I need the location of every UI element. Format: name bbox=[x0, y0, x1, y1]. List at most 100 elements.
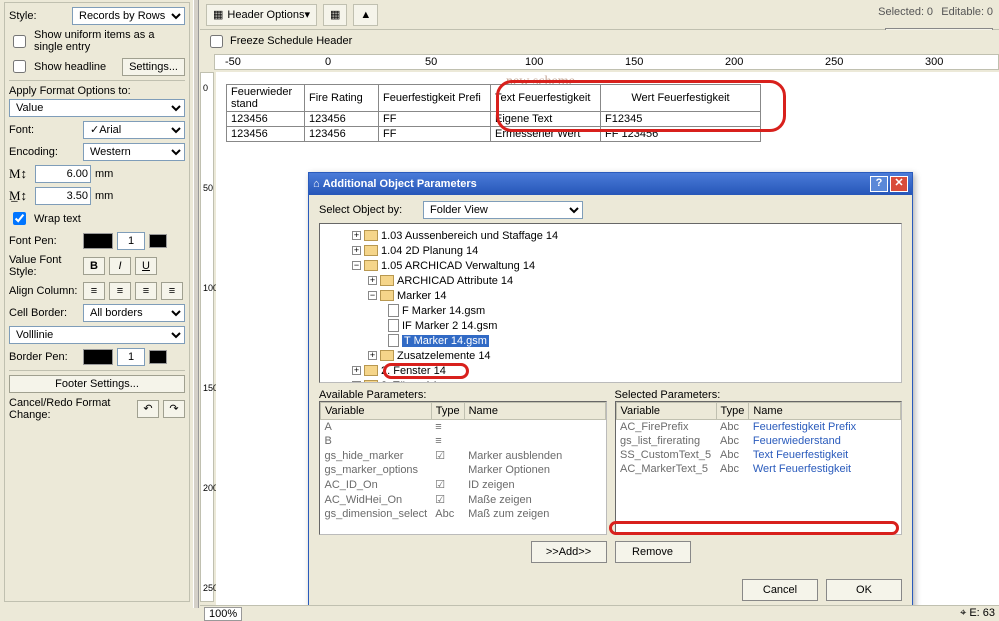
undo-button[interactable]: ↶ bbox=[137, 400, 159, 418]
redo-button[interactable]: ↷ bbox=[163, 400, 185, 418]
list-item[interactable]: AC_WidHei_On☑Maße zeigen bbox=[321, 492, 606, 507]
selected-label: Selected Parameters: bbox=[615, 389, 903, 401]
tree-selected-item[interactable]: T Marker 14.gsm bbox=[402, 335, 489, 347]
style-label: Style: bbox=[9, 10, 68, 22]
font-pen-label: Font Pen: bbox=[9, 235, 79, 247]
encoding-select[interactable]: Western bbox=[83, 143, 185, 161]
list-item[interactable]: AC_FirePrefixAbcFeuerfestigkeit Prefix bbox=[616, 420, 901, 435]
font-pen-swatch[interactable] bbox=[83, 233, 113, 249]
selected-list[interactable]: VariableTypeName AC_FirePrefixAbcFeuerfe… bbox=[615, 401, 903, 535]
align-center[interactable]: ≡ bbox=[109, 282, 131, 300]
font-label: Font: bbox=[9, 124, 79, 136]
col-header[interactable]: Feuerfestigkeit Prefi bbox=[379, 85, 491, 112]
status-bar: 100% ⌖ E: 63 bbox=[200, 605, 999, 621]
col-header[interactable]: Fire Rating bbox=[305, 85, 379, 112]
align-dist[interactable]: ≡ bbox=[161, 282, 183, 300]
header-options-button[interactable]: ▦ Header Options ▾ bbox=[206, 4, 317, 26]
tree-toggle[interactable]: + bbox=[352, 366, 361, 375]
col-header[interactable]: Text Feuerfestigkeit bbox=[491, 85, 601, 112]
apply-label: Apply Format Options to: bbox=[9, 85, 185, 97]
font-pen-num[interactable] bbox=[117, 232, 145, 250]
help-button[interactable]: ? bbox=[870, 176, 888, 192]
horizontal-ruler: -500 50100 150200 250300 bbox=[214, 54, 999, 70]
footer-settings-button[interactable]: Footer Settings... bbox=[9, 375, 185, 393]
tree-toggle[interactable]: − bbox=[368, 291, 377, 300]
table-row: 123456123456FFEigene TextF12345 bbox=[227, 112, 761, 127]
line-style-select[interactable]: Volllinie bbox=[9, 326, 185, 344]
available-list[interactable]: VariableTypeName A≡ B≡ gs_hide_marker☑Ma… bbox=[319, 401, 607, 535]
tree-toggle[interactable]: + bbox=[352, 381, 361, 383]
ok-button[interactable]: OK bbox=[826, 579, 902, 601]
border-pen-preview bbox=[149, 350, 167, 364]
tree-toggle[interactable]: + bbox=[368, 276, 377, 285]
splitter[interactable] bbox=[193, 0, 199, 608]
folder-icon bbox=[364, 365, 378, 376]
list-item[interactable]: gs_hide_marker☑Marker ausblenden bbox=[321, 448, 606, 463]
file-icon bbox=[388, 304, 399, 317]
uniform-check[interactable] bbox=[13, 35, 26, 48]
list-item[interactable]: A≡ bbox=[321, 420, 606, 435]
bold-button[interactable]: B bbox=[83, 257, 105, 275]
tree-toggle[interactable]: + bbox=[352, 231, 361, 240]
cell-border-label: Cell Border: bbox=[9, 307, 79, 319]
add-button[interactable]: >>Add>> bbox=[531, 541, 607, 563]
list-item[interactable]: AC_MarkerText_5AbcWert Feuerfestigkeit bbox=[616, 462, 901, 476]
folder-icon bbox=[380, 290, 394, 301]
table-row: 123456123456FFErmessener WertFF 123456 bbox=[227, 127, 761, 142]
underline-button[interactable]: U bbox=[135, 257, 157, 275]
dialog-titlebar[interactable]: ⌂ Additional Object Parameters ? ✕ bbox=[309, 173, 912, 195]
headline-check[interactable] bbox=[13, 60, 26, 73]
align-label: Align Column: bbox=[9, 285, 79, 297]
close-button[interactable]: ✕ bbox=[890, 176, 908, 192]
align-right[interactable]: ≡ bbox=[135, 282, 157, 300]
additional-params-dialog: ⌂ Additional Object Parameters ? ✕ Selec… bbox=[308, 172, 913, 610]
folder-icon bbox=[364, 260, 378, 271]
toolbar: ▦ Header Options ▾ ▦ ▲ Selected: 0 Edita… bbox=[200, 0, 999, 30]
app-icon: ⌂ bbox=[313, 178, 320, 190]
tree-toggle[interactable]: + bbox=[352, 246, 361, 255]
file-icon bbox=[388, 334, 399, 347]
italic-button[interactable]: I bbox=[109, 257, 131, 275]
freeze-check[interactable] bbox=[210, 35, 223, 48]
merge-button[interactable]: ▦ bbox=[323, 4, 347, 26]
wrap-check[interactable] bbox=[13, 212, 26, 225]
object-tree[interactable]: +1.03 Aussenbereich und Staffage 14 +1.0… bbox=[319, 223, 902, 383]
cancel-redo-label: Cancel/Redo Format Change: bbox=[9, 397, 133, 421]
folder-icon bbox=[380, 275, 394, 286]
folder-icon bbox=[364, 380, 378, 383]
coord-display: ⌖ E: 63 bbox=[960, 607, 995, 620]
border-pen-num[interactable] bbox=[117, 348, 145, 366]
table-header-row: Feuerwieder stand Fire Rating Feuerfesti… bbox=[227, 85, 761, 112]
align-left[interactable]: ≡ bbox=[83, 282, 105, 300]
border-pen-label: Border Pen: bbox=[9, 351, 79, 363]
width-input[interactable] bbox=[35, 165, 91, 183]
tree-toggle[interactable]: − bbox=[352, 261, 361, 270]
headline-label: Show headline bbox=[34, 61, 118, 73]
col-header[interactable]: Wert Feuerfestigkeit bbox=[601, 85, 761, 112]
selection-info: Selected: 0 Editable: 0 bbox=[878, 6, 993, 18]
border-pen-swatch[interactable] bbox=[83, 349, 113, 365]
remove-button[interactable]: Remove bbox=[615, 541, 691, 563]
export-button[interactable]: ▲ bbox=[353, 4, 378, 26]
select-by-label: Select Object by: bbox=[319, 204, 419, 216]
col-header[interactable]: Feuerwieder stand bbox=[227, 85, 305, 112]
list-item[interactable]: gs_list_fireratingAbcFeuerwiederstand bbox=[616, 434, 901, 448]
list-item[interactable]: gs_dimension_selectAbcMaß zum zeigen bbox=[321, 507, 606, 521]
select-by-combo[interactable]: Folder View bbox=[423, 201, 583, 219]
tree-toggle[interactable]: + bbox=[368, 351, 377, 360]
unit1: mm bbox=[95, 168, 113, 180]
list-item[interactable]: gs_marker_optionsMarker Optionen bbox=[321, 463, 606, 477]
font-select[interactable]: ✓Arial bbox=[83, 121, 185, 139]
list-item[interactable]: AC_ID_On☑ID zeigen bbox=[321, 477, 606, 492]
height-input[interactable] bbox=[35, 187, 91, 205]
list-item[interactable]: B≡ bbox=[321, 434, 606, 448]
cancel-button[interactable]: Cancel bbox=[742, 579, 818, 601]
available-label: Available Parameters: bbox=[319, 389, 607, 401]
zoom-display[interactable]: 100% bbox=[204, 607, 242, 621]
list-item[interactable]: SS_CustomText_5AbcText Feuerfestigkeit bbox=[616, 448, 901, 462]
m-height-icon: M̲↕ bbox=[9, 188, 31, 204]
settings-button[interactable]: Settings... bbox=[122, 58, 185, 76]
apply-select[interactable]: Value bbox=[9, 99, 185, 117]
cell-border-select[interactable]: All borders bbox=[83, 304, 185, 322]
style-select[interactable]: Records by Rows bbox=[72, 7, 185, 25]
